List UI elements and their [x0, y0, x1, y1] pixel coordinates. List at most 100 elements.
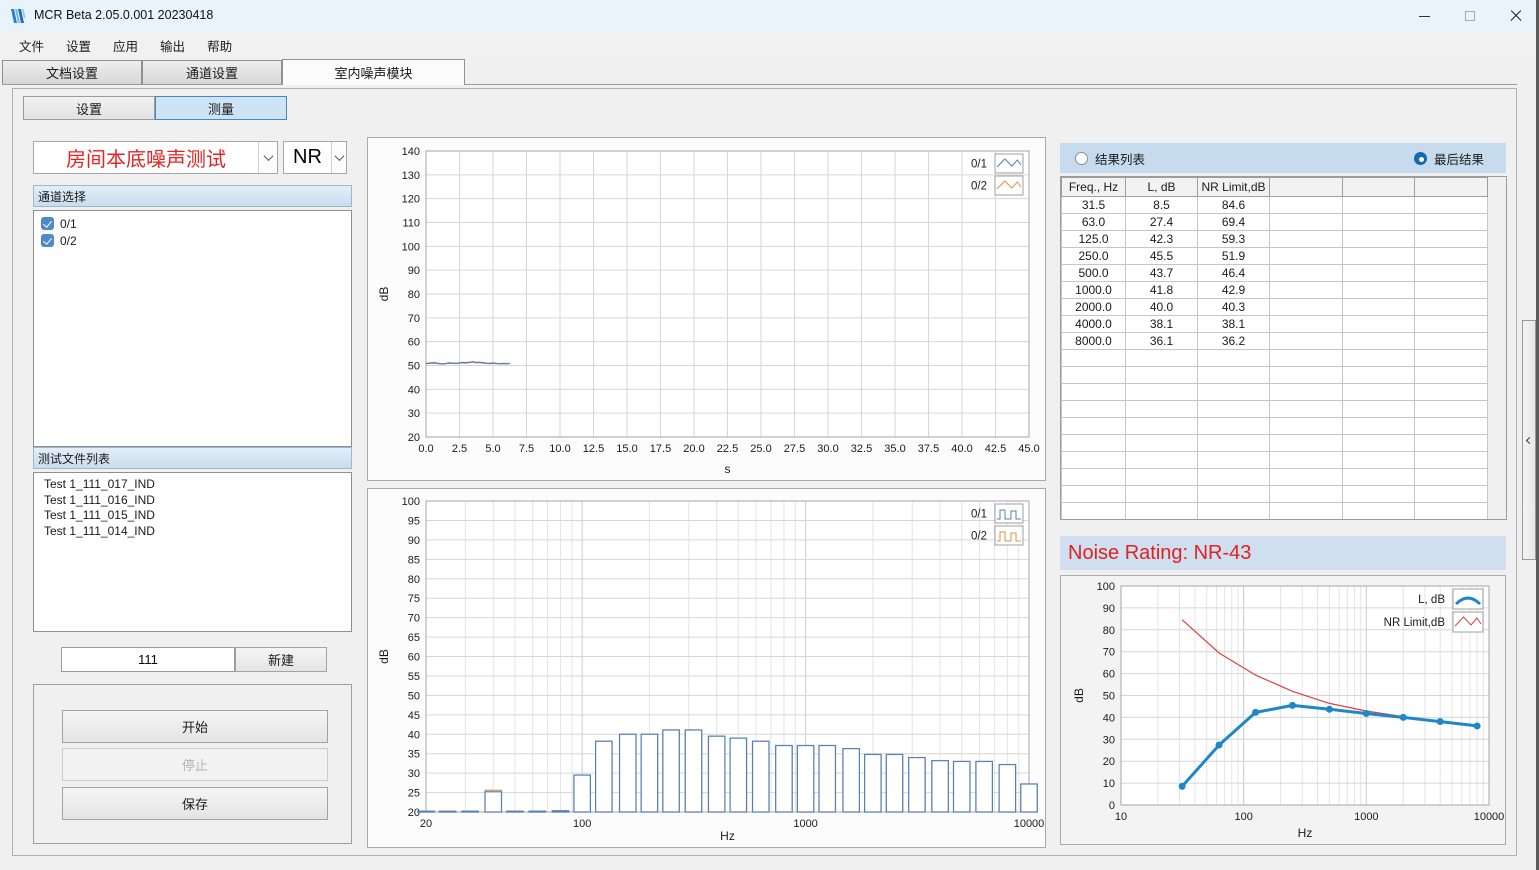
file-name-input[interactable] — [61, 647, 235, 672]
menu-help[interactable]: 帮助 — [196, 33, 243, 58]
table-cell: 1000.0 — [1062, 282, 1126, 299]
subtab-measure[interactable]: 测量 — [155, 96, 287, 120]
svg-text:60: 60 — [408, 337, 420, 349]
tab-channel-settings[interactable]: 通道设置 — [142, 60, 282, 84]
svg-text:80: 80 — [408, 289, 420, 301]
table-row — [1062, 435, 1488, 452]
time-history-chart-panel: 0.02.55.07.510.012.515.017.520.022.525.0… — [367, 137, 1046, 481]
test-file-item[interactable]: Test 1_111_017_IND — [34, 477, 351, 493]
svg-text:50: 50 — [408, 690, 420, 702]
close-button[interactable] — [1493, 0, 1539, 32]
legend-label: 0/1 — [971, 159, 987, 171]
legend-label: 0/2 — [971, 531, 987, 543]
svg-text:20: 20 — [408, 807, 420, 819]
menu-output[interactable]: 输出 — [149, 33, 196, 58]
table-row — [1062, 469, 1488, 486]
table-row: 500.043.746.4 — [1062, 265, 1488, 282]
close-icon — [1510, 10, 1522, 22]
test-file-item[interactable]: Test 1_111_016_IND — [34, 493, 351, 509]
svg-text:70: 70 — [1103, 647, 1115, 659]
table-cell: 42.3 — [1126, 231, 1198, 248]
svg-text:60: 60 — [1103, 669, 1115, 681]
channel-item[interactable]: 0/1 — [34, 215, 351, 232]
checkbox-checked-icon[interactable] — [41, 234, 54, 247]
svg-text:dB: dB — [1072, 688, 1086, 703]
panel-collapse-handle[interactable] — [1522, 320, 1536, 560]
svg-text:1000: 1000 — [1354, 811, 1378, 823]
time-history-chart: 0.02.55.07.510.012.515.017.520.022.525.0… — [368, 138, 1045, 480]
checkbox-checked-icon[interactable] — [41, 217, 54, 230]
table-cell — [1270, 435, 1343, 452]
table-cell: 38.1 — [1126, 316, 1198, 333]
table-cell — [1198, 401, 1270, 418]
table-row — [1062, 350, 1488, 367]
svg-text:90: 90 — [1103, 603, 1115, 615]
table-row: 31.58.584.6 — [1062, 197, 1488, 214]
tab-indoor-noise-module[interactable]: 室内噪声模块 — [282, 59, 465, 85]
svg-text:20: 20 — [1103, 756, 1115, 768]
new-button[interactable]: 新建 — [235, 647, 327, 672]
svg-text:35: 35 — [408, 749, 420, 761]
svg-text:55: 55 — [408, 671, 420, 683]
svg-text:50: 50 — [1103, 691, 1115, 703]
table-cell — [1343, 214, 1415, 231]
table-cell: 40.0 — [1126, 299, 1198, 316]
table-cell — [1415, 197, 1488, 214]
table-cell: 250.0 — [1062, 248, 1126, 265]
maximize-button[interactable] — [1447, 0, 1493, 32]
table-row — [1062, 452, 1488, 469]
radio-last-result[interactable] — [1414, 152, 1427, 165]
minimize-button[interactable] — [1401, 0, 1447, 32]
table-row — [1062, 418, 1488, 435]
start-button[interactable]: 开始 — [62, 710, 328, 743]
table-cell: 2000.0 — [1062, 299, 1126, 316]
channel-item[interactable]: 0/2 — [34, 232, 351, 249]
menu-file[interactable]: 文件 — [8, 33, 55, 58]
table-header-cell — [1415, 178, 1488, 197]
table-cell — [1343, 316, 1415, 333]
table-cell — [1062, 401, 1126, 418]
table-cell — [1270, 384, 1343, 401]
table-cell — [1270, 299, 1343, 316]
test-file-list: Test 1_111_017_INDTest 1_111_016_INDTest… — [33, 472, 352, 632]
table-row: 4000.038.138.1 — [1062, 316, 1488, 333]
rating-type-dropdown[interactable]: NR — [283, 141, 347, 174]
table-row — [1062, 486, 1488, 503]
table-cell — [1343, 333, 1415, 350]
menu-settings[interactable]: 设置 — [55, 33, 102, 58]
test-file-item[interactable]: Test 1_111_015_IND — [34, 508, 351, 524]
table-cell: 59.3 — [1198, 231, 1270, 248]
test-type-dropdown[interactable]: 房间本底噪声测试 — [33, 141, 278, 174]
subtab-settings[interactable]: 设置 — [23, 96, 155, 120]
chevron-left-icon — [1525, 436, 1532, 443]
svg-text:25: 25 — [408, 788, 420, 800]
test-type-dropdown-arrow[interactable] — [258, 142, 277, 173]
test-file-item[interactable]: Test 1_111_014_IND — [34, 524, 351, 540]
menu-application[interactable]: 应用 — [102, 33, 149, 58]
tab-document-settings[interactable]: 文档设置 — [2, 60, 142, 84]
chevron-down-icon — [334, 151, 344, 161]
table-cell — [1198, 452, 1270, 469]
table-cell — [1270, 282, 1343, 299]
table-cell — [1126, 435, 1198, 452]
svg-text:17.5: 17.5 — [650, 443, 671, 455]
table-cell — [1270, 231, 1343, 248]
svg-text:1000: 1000 — [793, 818, 817, 830]
rating-type-dropdown-arrow[interactable] — [331, 142, 346, 173]
svg-text:dB: dB — [377, 649, 391, 664]
radio-result-list[interactable] — [1075, 152, 1088, 165]
table-cell — [1415, 469, 1488, 486]
table-cell — [1270, 469, 1343, 486]
stop-button[interactable]: 停止 — [62, 748, 328, 781]
table-cell — [1270, 367, 1343, 384]
channel-label: 0/1 — [60, 217, 77, 231]
save-button[interactable]: 保存 — [62, 787, 328, 820]
svg-text:30.0: 30.0 — [817, 443, 838, 455]
svg-text:37.5: 37.5 — [918, 443, 939, 455]
svg-text:100: 100 — [573, 818, 591, 830]
svg-text:5.0: 5.0 — [485, 443, 500, 455]
table-cell — [1126, 384, 1198, 401]
svg-text:7.5: 7.5 — [519, 443, 534, 455]
table-cell — [1343, 350, 1415, 367]
table-cell — [1270, 265, 1343, 282]
